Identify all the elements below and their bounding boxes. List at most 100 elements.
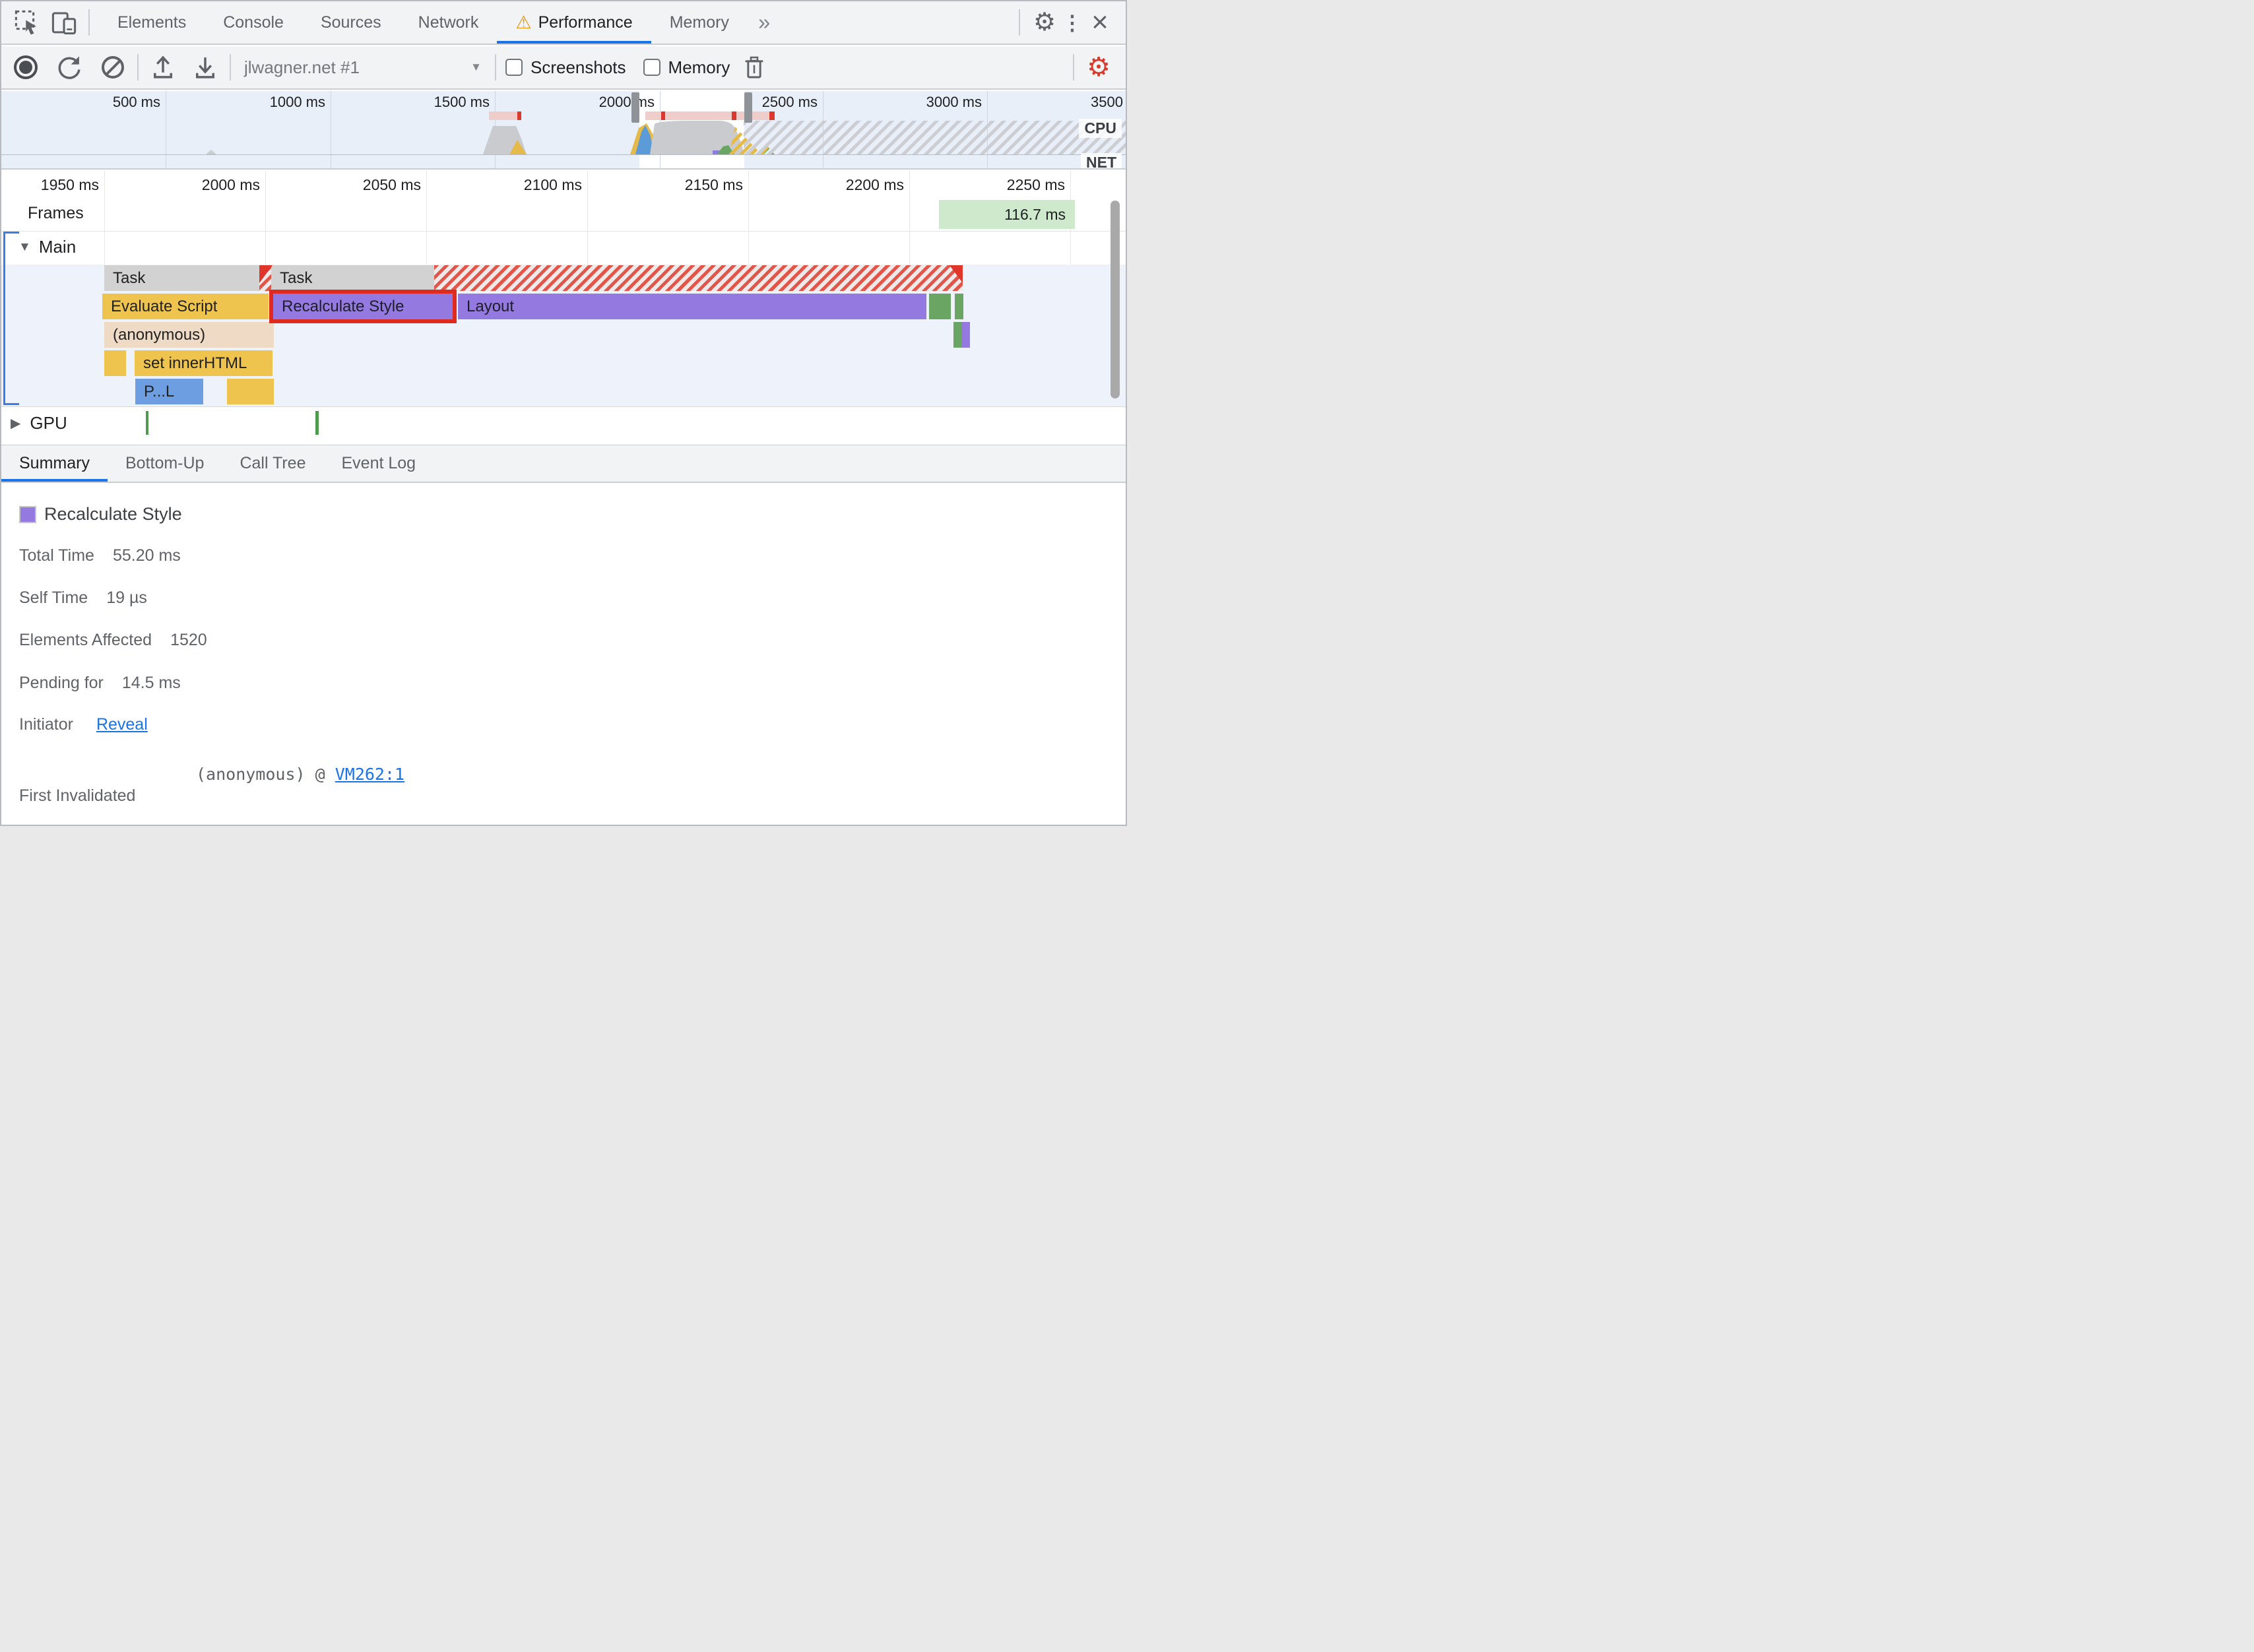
screenshots-checkbox-label[interactable]: Screenshots <box>531 57 626 78</box>
tab-call-tree[interactable]: Call Tree <box>222 445 323 482</box>
flame-bar-task-hatch[interactable] <box>434 265 963 291</box>
devtools-tab-bar: Elements Console Sources Network ⚠ Performanc… <box>1 1 1126 45</box>
flame-bar-set-innerhtml[interactable]: set innerHTML <box>135 350 273 376</box>
overview-right-drag-handle[interactable] <box>744 92 752 123</box>
device-toolbar-icon[interactable] <box>49 7 79 38</box>
longtask-indicator <box>645 111 775 120</box>
flame-bar-p-l[interactable]: P...L <box>135 379 203 404</box>
profile-select[interactable]: jlwagner.net #1 ▼ <box>240 57 486 78</box>
overview-left-drag-handle[interactable] <box>631 92 639 123</box>
ruler-time-label: 2250 ms <box>1006 176 1065 193</box>
gpu-track-header[interactable]: ▶ GPU <box>11 413 67 433</box>
tab-memory[interactable]: Memory <box>651 1 748 44</box>
memory-checkbox[interactable] <box>643 59 660 76</box>
ruler-time-label: 2000 ms <box>201 176 260 193</box>
chevron-down-icon: ▼ <box>470 61 482 73</box>
summary-row-label: Elements Affected <box>19 631 152 649</box>
devtools-tabs: Elements Console Sources Network ⚠ Performanc… <box>99 1 748 44</box>
summary-row-total-time: Total Time 55.20 ms <box>19 546 181 565</box>
timeline-detail[interactable]: 1950 ms 2000 ms 2050 ms 2100 ms 2150 ms 2200 … <box>1 171 1126 439</box>
tab-sources[interactable]: Sources <box>302 1 400 44</box>
ruler-time-label: 2050 ms <box>362 176 421 193</box>
tab-bottom-up[interactable]: Bottom-Up <box>108 445 222 482</box>
upload-icon-svg <box>154 55 172 79</box>
more-options-icon[interactable]: ⋮ <box>1060 7 1085 38</box>
summary-row-label: Self Time <box>19 588 88 607</box>
clear-recording-icon[interactable] <box>98 52 128 82</box>
tabbar-right-icons: ⚙ ⋮ × <box>1010 7 1115 38</box>
reload-icon-svg <box>58 56 80 79</box>
memory-checkbox-label[interactable]: Memory <box>668 57 730 78</box>
tab-network[interactable]: Network <box>400 1 498 44</box>
flame-bar--anonymous-[interactable]: (anonymous) <box>104 322 274 348</box>
longtask-red-segment <box>769 111 775 120</box>
reload-and-record-button[interactable] <box>54 52 84 82</box>
timeline-overview[interactable]: 500 ms 1000 ms 1500 ms 2000 ms 2500 ms 3000 m… <box>1 91 1126 170</box>
download-icon-svg <box>196 57 214 79</box>
toolbar-separator <box>230 54 231 80</box>
tab-label: Memory <box>669 13 729 32</box>
flame-bar-script[interactable] <box>227 379 274 404</box>
inspect-element-icon[interactable] <box>12 7 42 38</box>
record-button[interactable] <box>11 52 41 82</box>
flame-bar-style[interactable] <box>961 322 970 348</box>
more-tabs-button[interactable]: » <box>748 1 781 44</box>
profile-name: jlwagner.net #1 <box>244 57 360 77</box>
summary-row-value: 19 µs <box>106 588 147 607</box>
tab-label: Performance <box>538 13 633 32</box>
frames-track-label: Frames <box>28 204 84 222</box>
flame-bar-paint[interactable] <box>929 294 951 319</box>
flame-bar-paint[interactable] <box>955 294 963 319</box>
flame-bar-layout[interactable]: Layout <box>458 294 926 319</box>
cpu-activity-chart <box>206 121 1126 154</box>
expand-triangle-icon[interactable]: ▶ <box>11 415 20 431</box>
summary-row-value: 14.5 ms <box>121 674 181 692</box>
inspect-element-icon-svg <box>15 10 36 35</box>
warning-icon: ⚠ <box>515 12 532 32</box>
vertical-scrollbar-thumb[interactable] <box>1111 201 1120 398</box>
tab-console[interactable]: Console <box>205 1 302 44</box>
capture-settings-gear-icon[interactable]: ⚙ <box>1083 52 1114 82</box>
flame-bar-task[interactable]: Task <box>271 265 434 291</box>
toolbar-separator <box>137 54 139 80</box>
summary-row-pending-for: Pending for 14.5 ms <box>19 674 181 693</box>
gpu-activity-tick <box>146 411 148 435</box>
summary-title-row: Recalculate Style <box>19 504 182 524</box>
tab-event-log[interactable]: Event Log <box>324 445 434 482</box>
screenshots-checkbox[interactable] <box>505 59 523 76</box>
long-task-corner-icon <box>950 265 963 283</box>
tab-label: Elements <box>117 13 187 32</box>
settings-gear-icon[interactable]: ⚙ <box>1029 7 1060 38</box>
trash-icon[interactable] <box>739 52 769 82</box>
ruler-time-label: 2200 ms <box>845 176 904 193</box>
initiator-reveal-link[interactable]: Reveal <box>96 715 148 734</box>
save-profile-icon[interactable] <box>190 52 220 82</box>
frame-duration-block[interactable]: 116.7 ms <box>939 200 1075 229</box>
first-invalidated-label: First Invalidated <box>19 786 136 805</box>
ruler-time-label: 2150 ms <box>684 176 743 193</box>
tab-performance[interactable]: ⚠ Performance <box>497 1 652 44</box>
tab-summary[interactable]: Summary <box>1 445 108 482</box>
longtask-red-segment <box>661 111 665 120</box>
summary-row-self-time: Self Time 19 µs <box>19 588 147 608</box>
close-devtools-icon[interactable]: × <box>1085 7 1115 38</box>
longtask-indicator <box>489 111 521 120</box>
flame-bar-recalculate-style[interactable]: Recalculate Style <box>273 294 453 319</box>
devtools-window: Elements Console Sources Network ⚠ Performanc… <box>0 0 1127 826</box>
summary-row-value: 1520 <box>170 631 207 649</box>
event-color-swatch <box>19 505 36 523</box>
tab-label: Sources <box>320 13 381 32</box>
collapse-triangle-icon[interactable]: ▼ <box>18 240 31 255</box>
tab-elements[interactable]: Elements <box>99 1 205 44</box>
tab-label: Network <box>418 13 479 32</box>
ruler-time-label: 1950 ms <box>40 176 99 193</box>
first-invalidated-stack: (anonymous) @ VM262:1 <box>196 765 404 784</box>
load-profile-icon[interactable] <box>148 52 178 82</box>
stack-source-link[interactable]: VM262:1 <box>335 765 404 784</box>
flame-bar-evaluate-script[interactable]: Evaluate Script <box>102 294 269 319</box>
main-track-header[interactable]: ▼ Main <box>18 237 76 257</box>
flame-bar-script[interactable] <box>104 350 126 376</box>
net-track-label: NET <box>1081 153 1122 168</box>
flame-bar-task[interactable]: Task <box>104 265 259 291</box>
frame-duration-value: 116.7 ms <box>1004 205 1066 223</box>
